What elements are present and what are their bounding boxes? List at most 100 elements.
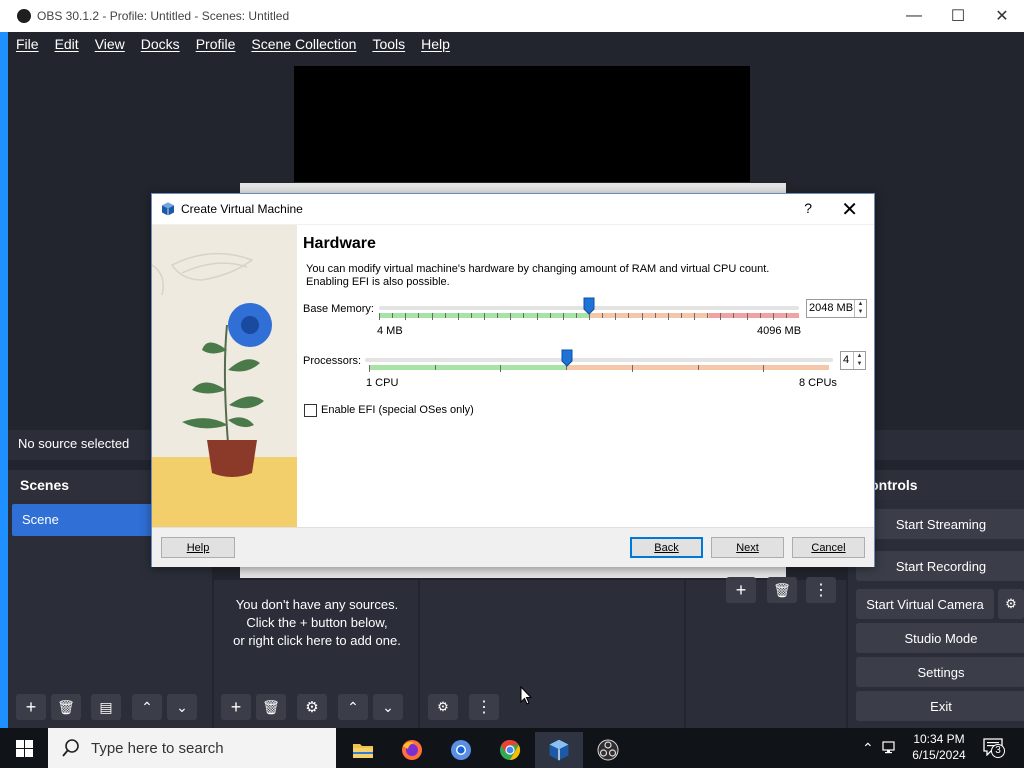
processors-max-label: 8 CPUs [799, 377, 837, 389]
remove-source-button[interactable]: 🗑 [256, 694, 286, 720]
sources-empty-message: You don't have any sources. Click the + … [214, 596, 420, 650]
close-button[interactable]: ✕ [980, 0, 1024, 32]
base-memory-spinbox[interactable]: 2048 MB ▲ ▼ [806, 299, 867, 318]
studio-mode-button[interactable]: Studio Mode [856, 623, 1024, 653]
dialog-close-button[interactable]: ✕ [841, 197, 858, 222]
dialog-footer: Help Back Next Cancel [152, 527, 874, 567]
mouse-cursor-icon [520, 686, 532, 705]
plant-illustration [152, 225, 297, 527]
audio-settings-button[interactable]: ⚙ [428, 694, 458, 720]
chromium-icon [451, 740, 471, 760]
plus-icon: + [230, 696, 242, 717]
processors-spinbox[interactable]: 4 ▲ ▼ [840, 351, 866, 370]
maximize-button[interactable]: ☐ [936, 0, 980, 32]
base-memory-slider-thumb[interactable] [583, 297, 595, 315]
menu-file[interactable]: File [16, 36, 39, 52]
taskbar-search-box[interactable]: Type here to search [48, 728, 336, 768]
gears-icon: ⚙ [437, 699, 449, 714]
sources-empty-line-3: or right click here to add one. [233, 633, 401, 648]
start-recording-button[interactable]: Start Recording [856, 551, 1024, 581]
obs-taskbar-button[interactable] [584, 732, 632, 768]
menu-scene-collection[interactable]: Scene Collection [251, 36, 356, 52]
scene-filters-button[interactable]: ▤ [91, 694, 121, 720]
processors-slider-thumb[interactable] [561, 349, 573, 367]
create-vm-dialog: Create Virtual Machine ? ✕ Hardware You … [151, 193, 875, 567]
menu-tools[interactable]: Tools [372, 36, 405, 52]
menu-bar: File Edit View Docks Profile Scene Colle… [8, 32, 1024, 56]
folder-icon [353, 744, 373, 758]
move-scene-down-button[interactable]: ⌄ [167, 694, 197, 720]
trash-icon: 🗑 [57, 698, 75, 715]
firefox-taskbar-button[interactable] [388, 732, 436, 768]
virtual-camera-settings-button[interactable]: ⚙ [998, 589, 1024, 619]
search-icon [62, 739, 79, 757]
exit-button[interactable]: Exit [856, 691, 1024, 721]
file-explorer-taskbar-button[interactable] [339, 732, 387, 768]
add-transition-button[interactable]: + [726, 577, 756, 603]
more-vertical-icon: ⋮ [476, 699, 492, 716]
filter-icon: ▤ [99, 698, 113, 715]
remove-transition-button[interactable]: 🗑 [767, 577, 797, 603]
taskbar-clock[interactable]: 10:34 PM 6/15/2024 [903, 731, 975, 763]
move-scene-up-button[interactable]: ⌃ [132, 694, 162, 720]
base-memory-label: Base Memory: [303, 303, 374, 315]
context-help-button[interactable]: ? [804, 200, 812, 216]
source-properties-button[interactable]: ⚙ [297, 694, 327, 720]
obs-logo-icon [17, 9, 31, 23]
chevron-up-icon: ⌃ [347, 698, 359, 715]
help-button-label: Help [186, 541, 210, 554]
processors-scale [369, 365, 829, 372]
start-button[interactable] [0, 728, 48, 768]
menu-profile[interactable]: Profile [196, 36, 236, 52]
chevron-up-icon[interactable]: ⌃ [862, 740, 874, 757]
processors-slider-track[interactable] [365, 358, 833, 362]
enable-efi-checkbox[interactable] [304, 404, 317, 417]
page-heading: Hardware [303, 235, 376, 252]
menu-docks[interactable]: Docks [141, 36, 180, 52]
spin-arrows-icon[interactable]: ▲ ▼ [853, 352, 865, 369]
notifications-button[interactable]: 3 [983, 738, 1005, 759]
menu-edit[interactable]: Edit [55, 36, 79, 52]
plus-icon: + [735, 579, 747, 600]
transition-menu-button[interactable]: ⋮ [806, 577, 836, 603]
move-source-down-button[interactable]: ⌄ [373, 694, 403, 720]
network-icon[interactable] [882, 741, 898, 755]
minimize-button[interactable]: — [892, 0, 936, 32]
virtualbox-icon [549, 739, 569, 761]
enable-efi-label[interactable]: Enable EFI (special OSes only) [321, 404, 474, 416]
scene-list-item[interactable]: Scene [12, 504, 152, 536]
menu-help[interactable]: Help [421, 36, 450, 52]
notification-count-badge: 3 [991, 744, 1005, 758]
processors-min-label: 1 CPU [366, 377, 399, 389]
gear-icon: ⚙ [1005, 596, 1017, 611]
chrome-taskbar-button[interactable] [486, 732, 534, 768]
next-button[interactable]: Next [711, 537, 784, 558]
remove-scene-button[interactable]: 🗑 [51, 694, 81, 720]
search-placeholder: Type here to search [91, 739, 224, 757]
page-description: You can modify virtual machine's hardwar… [306, 263, 770, 288]
obs-window-title: OBS 30.1.2 - Profile: Untitled - Scenes:… [37, 9, 290, 23]
back-button[interactable]: Back [630, 537, 703, 558]
next-button-label: Next [736, 541, 759, 554]
settings-button[interactable]: Settings [856, 657, 1024, 687]
menu-view[interactable]: View [95, 36, 125, 52]
add-scene-button[interactable]: + [16, 694, 46, 720]
virtualbox-taskbar-button[interactable] [535, 732, 583, 768]
add-source-button[interactable]: + [221, 694, 251, 720]
chromium-taskbar-button[interactable] [437, 732, 485, 768]
audio-menu-button[interactable]: ⋮ [469, 694, 499, 720]
start-virtual-camera-button[interactable]: Start Virtual Camera [856, 589, 994, 619]
cancel-button[interactable]: Cancel [792, 537, 865, 558]
wizard-page: Hardware You can modify virtual machine'… [297, 225, 874, 527]
sources-empty-line-1: You don't have any sources. [235, 597, 399, 612]
trash-icon: 🗑 [262, 698, 280, 715]
cancel-button-label: Cancel [811, 541, 846, 554]
help-button[interactable]: Help [161, 537, 235, 558]
start-streaming-button[interactable]: Start Streaming [856, 509, 1024, 539]
wizard-illustration [152, 225, 297, 527]
preview-canvas[interactable] [294, 66, 750, 182]
move-source-up-button[interactable]: ⌃ [338, 694, 368, 720]
base-memory-value: 2048 MB [809, 302, 854, 314]
spin-arrows-icon[interactable]: ▲ ▼ [854, 300, 866, 317]
more-vertical-icon: ⋮ [813, 582, 829, 599]
